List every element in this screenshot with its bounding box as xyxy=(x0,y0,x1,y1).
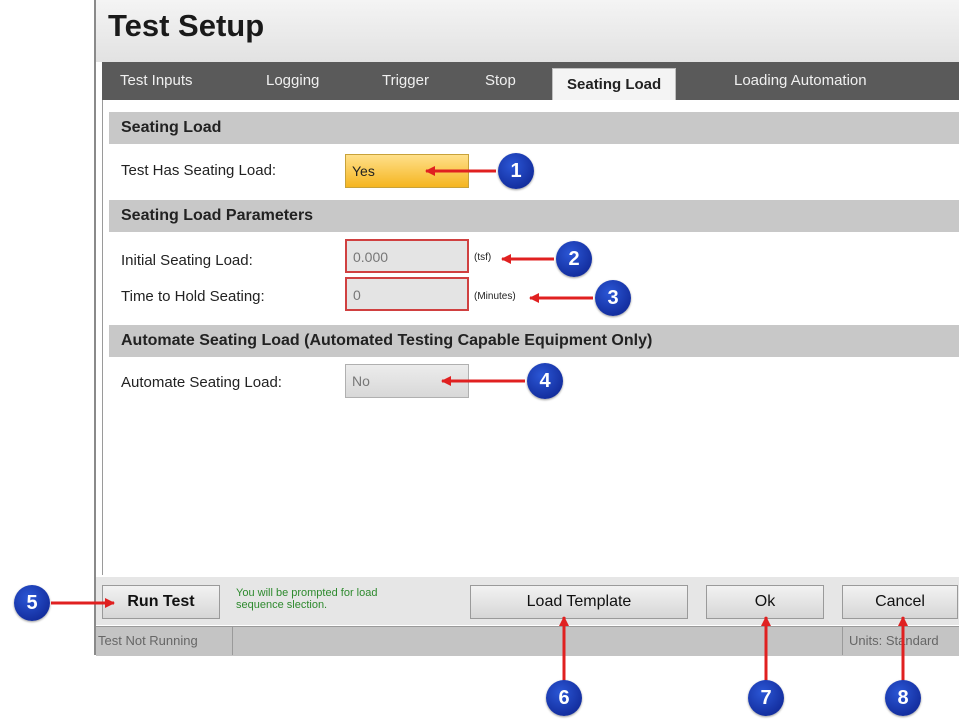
annotation-arrows xyxy=(51,166,908,681)
callout-8-icon: 8 xyxy=(885,680,921,716)
callout-4-icon: 4 xyxy=(527,363,563,399)
callout-5-icon: 5 xyxy=(14,585,50,621)
callout-6-icon: 6 xyxy=(546,680,582,716)
callout-3-icon: 3 xyxy=(595,280,631,316)
callout-7-icon: 7 xyxy=(748,680,784,716)
callout-2-icon: 2 xyxy=(556,241,592,277)
callout-1-icon: 1 xyxy=(498,153,534,189)
